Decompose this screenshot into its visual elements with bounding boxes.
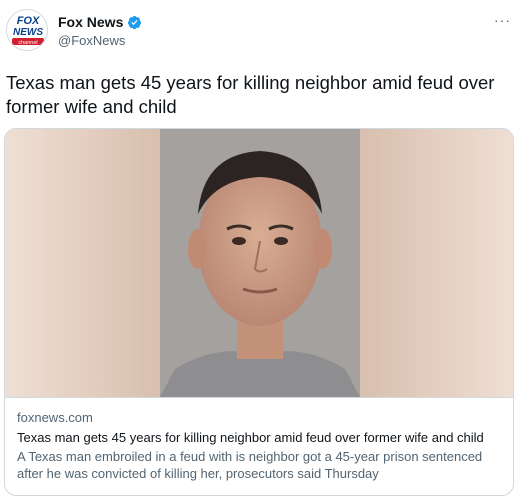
tweet-text: Texas man gets 45 years for killing neig… bbox=[6, 72, 495, 117]
handle[interactable]: @FoxNews bbox=[58, 33, 125, 48]
card-title: Texas man gets 45 years for killing neig… bbox=[17, 430, 484, 445]
fox-news-logo: FOX NEWS channel bbox=[7, 10, 47, 50]
card-domain: foxnews.com bbox=[17, 410, 93, 425]
link-card[interactable]: foxnews.com Texas man gets 45 years for … bbox=[4, 128, 514, 496]
svg-text:NEWS: NEWS bbox=[13, 27, 43, 38]
card-body[interactable]: foxnews.com Texas man gets 45 years for … bbox=[5, 397, 513, 495]
card-image[interactable] bbox=[5, 129, 513, 397]
tweet-header: FOX NEWS channel Fox News @FoxNews ··· bbox=[0, 0, 525, 60]
card-description: A Texas man embroiled in a feud with is … bbox=[17, 449, 483, 481]
mugshot-photo bbox=[5, 129, 513, 397]
avatar[interactable]: FOX NEWS channel bbox=[6, 9, 48, 51]
display-name[interactable]: Fox News bbox=[58, 14, 123, 30]
more-options-icon[interactable]: ··· bbox=[494, 12, 511, 28]
svg-text:channel: channel bbox=[18, 40, 37, 46]
name-row: Fox News bbox=[58, 14, 142, 30]
verified-badge-icon bbox=[127, 15, 142, 30]
svg-text:FOX: FOX bbox=[17, 15, 40, 27]
